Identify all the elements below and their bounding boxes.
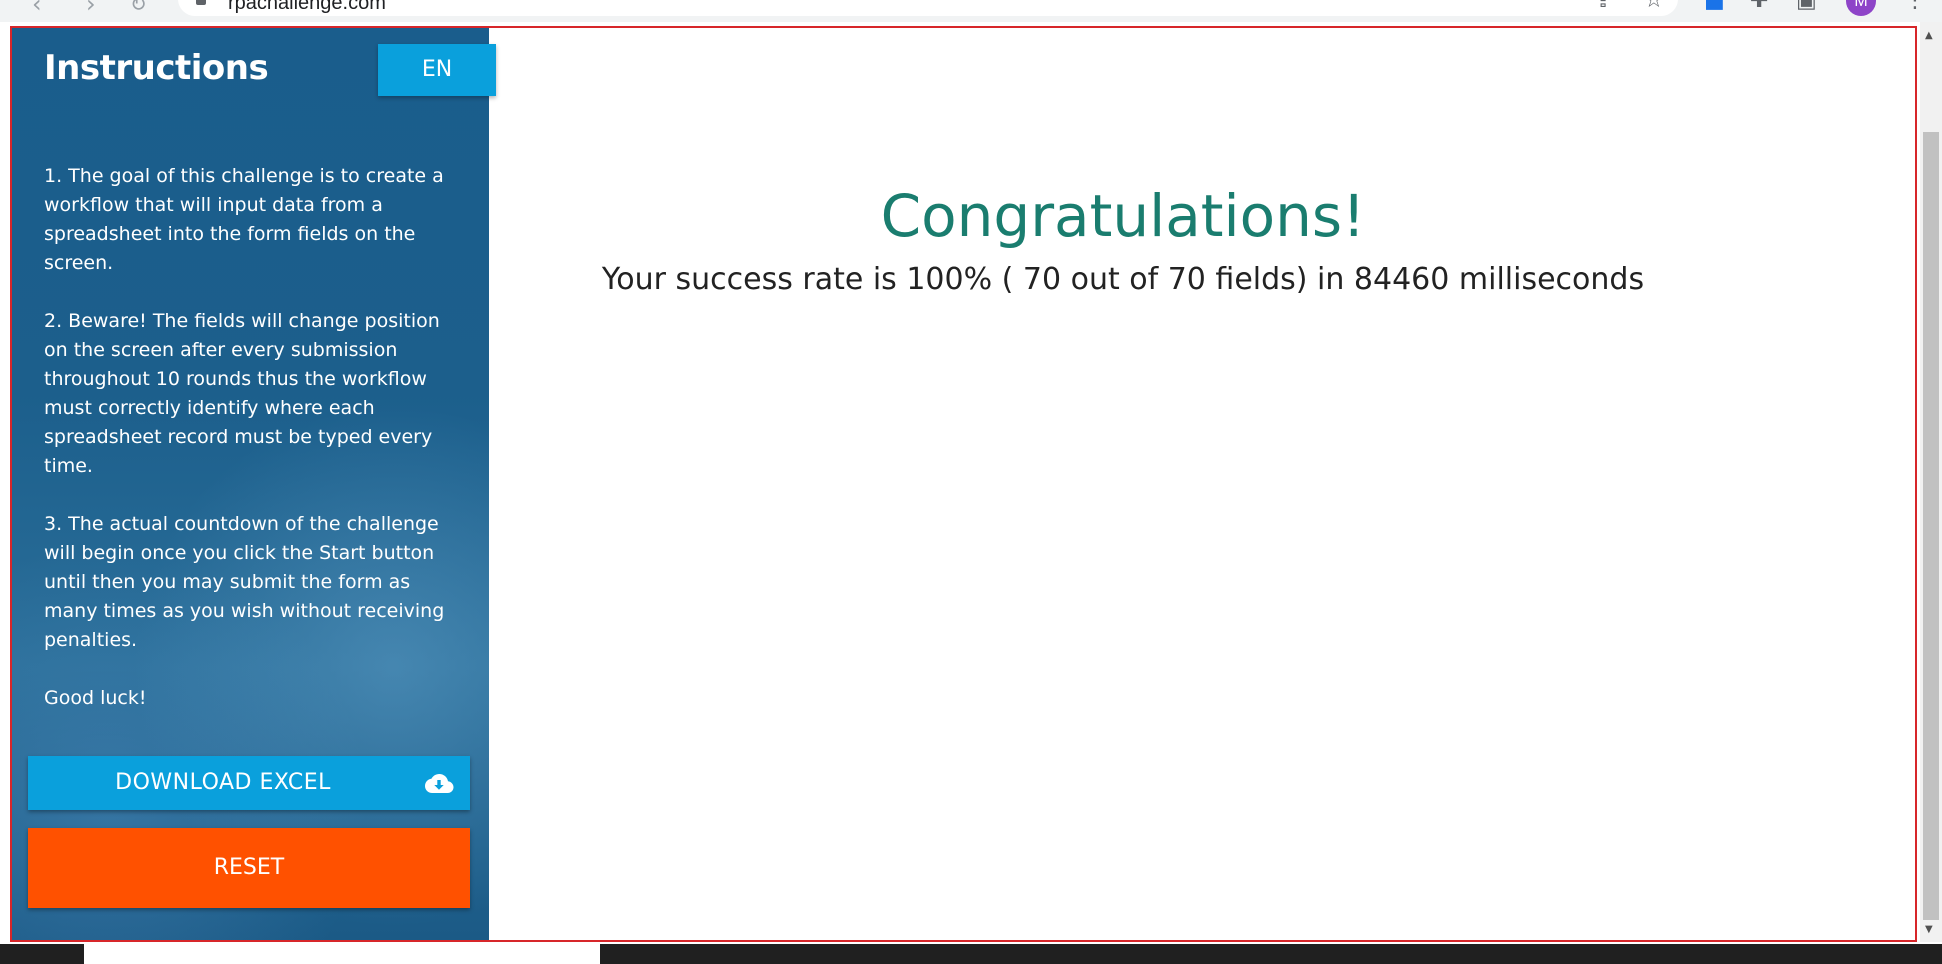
page-frame: Instructions EN 1. The goal of this chal… bbox=[10, 26, 1917, 942]
instruction-3: 3. The actual countdown of the challenge… bbox=[44, 513, 445, 651]
scroll-up-icon[interactable]: ▲ bbox=[1925, 30, 1933, 41]
reset-button[interactable]: RESET bbox=[28, 828, 470, 908]
bookmark-star-icon[interactable]: ☆ bbox=[1644, 0, 1664, 12]
profile-avatar[interactable]: M bbox=[1846, 0, 1876, 16]
instruction-1: 1. The goal of this challenge is to crea… bbox=[44, 165, 444, 274]
main-content: Congratulations! Your success rate is 10… bbox=[489, 28, 1915, 940]
share-icon[interactable]: ⇪ bbox=[1594, 0, 1612, 12]
good-luck-text: Good luck! bbox=[44, 687, 147, 709]
page-scrollbar[interactable]: ▲ ▼ bbox=[1920, 22, 1942, 942]
download-excel-button[interactable]: DOWNLOAD EXCEL bbox=[28, 756, 470, 810]
url-text: rpachallenge.com bbox=[228, 0, 386, 14]
back-icon[interactable]: ‹ bbox=[32, 0, 42, 16]
scroll-thumb[interactable] bbox=[1923, 132, 1939, 920]
reload-icon[interactable]: ↻ bbox=[130, 0, 147, 16]
instructions-sidebar: Instructions EN 1. The goal of this chal… bbox=[12, 28, 496, 940]
outlook-extension-icon[interactable]: ■ bbox=[1704, 0, 1725, 12]
taskbar-right bbox=[600, 944, 1942, 964]
forward-icon[interactable]: › bbox=[86, 0, 96, 16]
menu-kebab-icon[interactable]: ⋮ bbox=[1904, 0, 1926, 12]
tab-search-icon[interactable]: ▣ bbox=[1796, 0, 1817, 12]
sidebar-title: Instructions bbox=[44, 48, 269, 88]
scroll-down-icon[interactable]: ▼ bbox=[1925, 924, 1933, 935]
lock-icon bbox=[196, 0, 206, 5]
instruction-2: 2. Beware! The fields will change positi… bbox=[44, 310, 440, 477]
language-button[interactable]: EN bbox=[378, 44, 496, 96]
taskbar-left bbox=[0, 944, 84, 964]
cloud-download-icon bbox=[425, 774, 454, 793]
congratulations-heading: Congratulations! bbox=[880, 182, 1366, 250]
address-bar[interactable] bbox=[178, 0, 1678, 16]
instructions-text: 1. The goal of this challenge is to crea… bbox=[44, 162, 464, 742]
success-rate-text: Your success rate is 100% ( 70 out of 70… bbox=[601, 262, 1645, 297]
download-excel-label: DOWNLOAD EXCEL bbox=[115, 770, 331, 795]
extensions-puzzle-icon[interactable]: ✚ bbox=[1750, 0, 1768, 12]
browser-toolbar: ‹ › ↻ rpachallenge.com ⇪ ☆ ■ ✚ ▣ M ⋮ bbox=[0, 0, 1942, 22]
